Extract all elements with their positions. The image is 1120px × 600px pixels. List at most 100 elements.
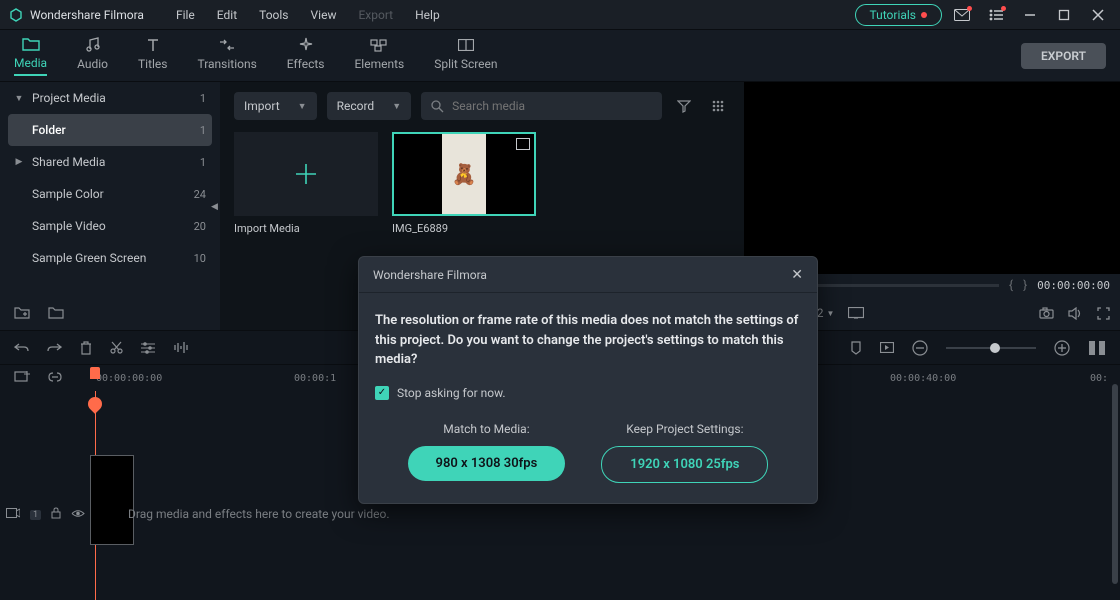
app-title: Wondershare Filmora: [30, 8, 144, 22]
zoom-out-button[interactable]: [912, 340, 928, 356]
fullscreen-icon[interactable]: [1097, 307, 1110, 320]
split-icon: [458, 36, 474, 54]
lock-icon[interactable]: [51, 507, 61, 522]
marker-icon[interactable]: [850, 341, 862, 355]
grid-view-icon[interactable]: [706, 94, 730, 118]
tab-effects[interactable]: Effects: [287, 36, 325, 75]
tab-split-screen[interactable]: Split Screen: [434, 36, 497, 75]
dialog-message: The resolution or frame rate of this med…: [375, 311, 801, 370]
checkbox-checked-icon: ✓: [375, 386, 389, 400]
redo-button[interactable]: [47, 342, 62, 354]
search-input[interactable]: [421, 92, 662, 120]
playhead[interactable]: [90, 367, 100, 387]
tutorials-label: Tutorials: [870, 8, 917, 22]
new-folder-icon[interactable]: [14, 306, 30, 322]
add-track-icon[interactable]: [14, 370, 30, 387]
tab-transitions[interactable]: Transitions: [197, 36, 256, 75]
fit-timeline-icon[interactable]: [1088, 340, 1106, 356]
ruler-tick: 00:00:40:00: [890, 373, 956, 384]
folder-icon: [22, 35, 40, 53]
preview-time: 00:00:00:00: [1037, 279, 1110, 292]
vertical-scrollbar[interactable]: [1112, 384, 1118, 584]
menu-view[interactable]: View: [303, 8, 345, 22]
sidebar: ▼Project Media1 Folder1 ▶Shared Media1 S…: [0, 82, 220, 330]
notification-dot-icon: [921, 12, 927, 18]
tab-audio[interactable]: Audio: [77, 36, 108, 75]
tab-titles[interactable]: Titles: [138, 36, 167, 75]
transition-icon: [218, 36, 236, 54]
import-media-card[interactable]: Import Media: [234, 132, 378, 235]
track-controls: 1: [6, 507, 85, 522]
tasks-icon[interactable]: [982, 4, 1010, 26]
match-to-media-button[interactable]: 980 x 1308 30fps: [408, 446, 566, 481]
clip-name-label: IMG_E6889: [392, 222, 536, 235]
minimize-button[interactable]: [1016, 4, 1044, 26]
plus-icon: [292, 160, 320, 188]
sidebar-item-shared-media[interactable]: ▶Shared Media1: [0, 146, 220, 178]
folder-icon[interactable]: [48, 306, 64, 322]
tab-elements[interactable]: Elements: [354, 36, 404, 75]
zoom-slider[interactable]: [946, 347, 1036, 349]
keep-project-settings-button[interactable]: 1920 x 1080 25fps: [601, 446, 768, 483]
visibility-icon[interactable]: [71, 508, 85, 521]
tutorials-button[interactable]: Tutorials: [855, 4, 943, 26]
link-icon[interactable]: [48, 370, 62, 387]
media-clip[interactable]: 🧸 IMG_E6889: [392, 132, 536, 235]
sidebar-item-project-media[interactable]: ▼Project Media1: [0, 82, 220, 114]
cut-button[interactable]: [110, 341, 123, 354]
monitor-icon[interactable]: [848, 307, 864, 319]
text-icon: [146, 36, 160, 54]
camera-icon[interactable]: [1039, 307, 1054, 319]
menu-help[interactable]: Help: [407, 8, 448, 22]
slider-knob[interactable]: [990, 343, 1000, 353]
ribbon-tabs: Media Audio Titles Transitions Effects E…: [0, 30, 1120, 82]
chevron-right-icon: ▶: [14, 157, 24, 167]
search-icon: [431, 100, 444, 113]
audio-waveform-icon[interactable]: [173, 341, 189, 354]
clip-thumbnail: 🧸: [442, 134, 486, 214]
playhead-marker-icon[interactable]: [85, 394, 105, 414]
chevron-down-icon: ▼: [392, 101, 401, 112]
dialog-title: Wondershare Filmora: [373, 268, 487, 282]
preview-canvas[interactable]: [744, 82, 1120, 274]
elements-icon: [370, 36, 388, 54]
menu-file[interactable]: File: [168, 8, 203, 22]
tab-media[interactable]: Media: [14, 35, 47, 76]
menu-export: Export: [350, 8, 401, 22]
match-media-label: Match to Media:: [443, 422, 529, 436]
stop-asking-checkbox[interactable]: ✓ Stop asking for now.: [375, 386, 801, 400]
menu-edit[interactable]: Edit: [209, 8, 245, 22]
menu-tools[interactable]: Tools: [251, 8, 296, 22]
sidebar-item-folder[interactable]: Folder1: [8, 114, 212, 146]
mail-icon[interactable]: [948, 4, 976, 26]
undo-button[interactable]: [14, 342, 29, 354]
volume-icon[interactable]: [1068, 307, 1083, 320]
browser-toolbar: Import▼ Record▼: [234, 92, 730, 120]
bracket-icon: }: [1023, 278, 1027, 292]
close-button[interactable]: [1084, 4, 1112, 26]
record-dropdown[interactable]: Record▼: [327, 92, 412, 120]
music-icon: [85, 36, 101, 54]
dialog-close-button[interactable]: ✕: [791, 267, 803, 283]
clip-type-icon: [516, 138, 530, 150]
ruler-tick: 00:: [1090, 373, 1108, 384]
sidebar-item-sample-color[interactable]: Sample Color24: [0, 178, 220, 210]
maximize-button[interactable]: [1050, 4, 1078, 26]
frame-icon[interactable]: [880, 342, 894, 353]
clip-placeholder[interactable]: [90, 455, 134, 545]
app-logo-icon: [8, 7, 24, 23]
import-dropdown[interactable]: Import▼: [234, 92, 317, 120]
search-field[interactable]: [452, 99, 652, 113]
zoom-in-button[interactable]: [1054, 340, 1070, 356]
sparkle-icon: [298, 36, 314, 54]
track-video-icon[interactable]: [6, 508, 20, 521]
sidebar-collapse-toggle[interactable]: ◀: [211, 200, 219, 214]
adjustments-icon[interactable]: [141, 342, 155, 354]
export-button[interactable]: EXPORT: [1021, 43, 1106, 69]
timeline-hint: Drag media and effects here to create yo…: [128, 507, 389, 521]
ruler-tick: 00:00:00:00: [96, 373, 162, 384]
filter-icon[interactable]: [672, 94, 696, 118]
sidebar-item-sample-video[interactable]: Sample Video20: [0, 210, 220, 242]
delete-button[interactable]: [80, 341, 92, 355]
sidebar-item-sample-green-screen[interactable]: Sample Green Screen10: [0, 242, 220, 274]
